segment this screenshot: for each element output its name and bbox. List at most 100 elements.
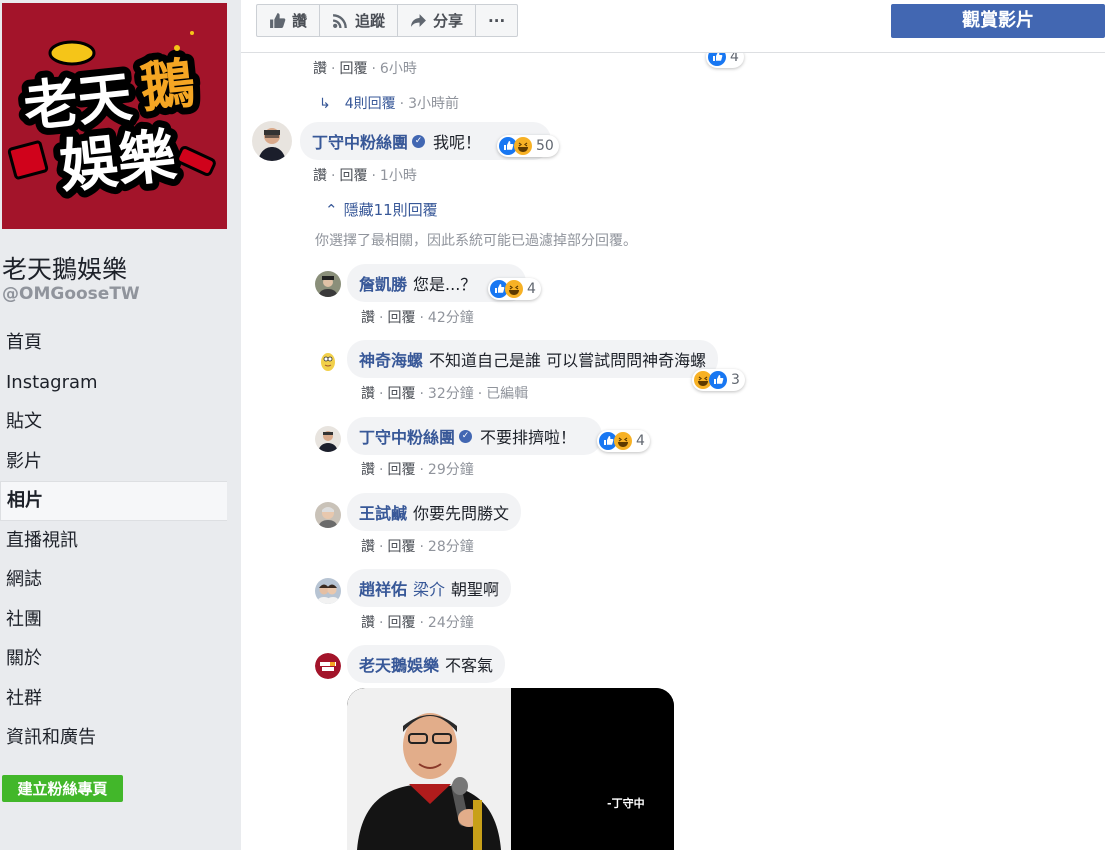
nav-item-groups[interactable]: 社團 bbox=[0, 600, 227, 640]
goose-entertainment-logo: 老天 鵝 娛樂 bbox=[2, 3, 227, 229]
like-link[interactable]: 讚 bbox=[313, 168, 327, 184]
comment-author[interactable]: 神奇海螺 bbox=[359, 347, 423, 371]
comment-bubble: 神奇海螺 不知道自己是誰 可以嘗試問問神奇海螺 bbox=[347, 340, 719, 378]
like-link[interactable]: 讚 bbox=[361, 310, 375, 326]
like-link[interactable]: 讚 bbox=[361, 615, 375, 631]
reply-arrow-icon: ↳ bbox=[319, 96, 331, 112]
reply-link[interactable]: 回覆 bbox=[339, 168, 367, 184]
reaction-summary[interactable]: 4 bbox=[488, 278, 541, 300]
share-button-label: 分享 bbox=[433, 12, 464, 30]
avatar[interactable] bbox=[315, 271, 341, 297]
reaction-summary[interactable]: 3 bbox=[692, 369, 745, 391]
reaction-count: 4 bbox=[636, 433, 645, 449]
reply-link[interactable]: 回覆 bbox=[339, 61, 367, 77]
reaction-summary[interactable]: 4 bbox=[597, 430, 650, 452]
page-name[interactable]: 老天鵝娛樂 bbox=[2, 250, 127, 286]
follow-button-label: 追蹤 bbox=[355, 12, 386, 30]
nav-item-info-ads[interactable]: 資訊和廣告 bbox=[0, 718, 227, 758]
nav-item-posts[interactable]: 貼文 bbox=[0, 402, 227, 442]
main-panel: 讚 追蹤 分享 ··· 觀賞影片 4 讚 · 回覆 · 6小時 ↳ 4則回覆 · 3小時前 bbox=[241, 0, 1105, 850]
reply-link[interactable]: 回覆 bbox=[387, 386, 415, 402]
avatar[interactable] bbox=[252, 121, 292, 161]
view-replies-row[interactable]: ↳ 4則回覆 · 3小時前 bbox=[319, 93, 459, 113]
comment-bubble: 王試鹹 你要先問勝文 bbox=[347, 493, 522, 531]
reply-link[interactable]: 回覆 bbox=[387, 462, 415, 478]
reply-link[interactable]: 回覆 bbox=[387, 539, 415, 555]
timestamp[interactable]: 28分鐘 bbox=[428, 539, 474, 555]
timestamp[interactable]: 6小時 bbox=[380, 61, 417, 77]
timestamp[interactable]: 32分鐘 bbox=[428, 386, 474, 402]
page-logo[interactable]: 老天 鵝 娛樂 bbox=[2, 3, 227, 229]
like-button[interactable]: 讚 bbox=[257, 5, 321, 36]
post-action-bar: 讚 追蹤 分享 ··· 觀賞影片 bbox=[241, 0, 1105, 53]
nav-item-photos[interactable]: 相片 bbox=[0, 481, 227, 521]
like-reaction-icon bbox=[709, 371, 727, 389]
timestamp[interactable]: 1小時 bbox=[380, 168, 417, 184]
comment-actions: 讚 · 回覆 · 24分鐘 bbox=[361, 615, 474, 631]
verified-badge-icon: ✓ bbox=[412, 134, 426, 148]
timestamp[interactable]: 3小時前 bbox=[408, 96, 459, 112]
comment-bubble: 老天鵝娛樂 不客氣 bbox=[347, 645, 506, 683]
haha-reaction-icon bbox=[505, 280, 523, 298]
nav-item-live[interactable]: 直播視訊 bbox=[0, 521, 227, 561]
nav-item-instagram[interactable]: Instagram bbox=[0, 363, 227, 403]
comment-text: 朝聖啊 bbox=[451, 580, 500, 599]
image-caption: -丁守中 bbox=[607, 797, 645, 810]
avatar[interactable] bbox=[315, 578, 341, 604]
comment-actions: 讚 · 回覆 · 42分鐘 bbox=[361, 310, 474, 326]
follow-button[interactable]: 追蹤 bbox=[320, 5, 399, 36]
comment-author[interactable]: 丁守中粉絲團 bbox=[312, 129, 408, 153]
comment-author[interactable]: 老天鵝娛樂 bbox=[359, 652, 439, 676]
avatar[interactable] bbox=[315, 426, 341, 452]
comment-author[interactable]: 王試鹹 bbox=[359, 500, 407, 524]
page-nav: 首頁 Instagram 貼文 影片 相片 直播視訊 網誌 社團 關於 社群 資… bbox=[0, 323, 227, 758]
create-page-button[interactable]: 建立粉絲專頁 bbox=[2, 775, 123, 802]
view-replies-link[interactable]: 4則回覆 bbox=[345, 96, 396, 112]
timestamp[interactable]: 29分鐘 bbox=[428, 462, 474, 478]
reaction-count: 50 bbox=[536, 138, 554, 154]
nav-item-community[interactable]: 社群 bbox=[0, 679, 227, 719]
reaction-summary[interactable]: 50 bbox=[497, 135, 559, 157]
politician-photo bbox=[347, 688, 674, 850]
comment-bubble: 丁守中粉絲團 ✓ 不要排擠啦！ bbox=[347, 417, 603, 455]
reply-link[interactable]: 回覆 bbox=[387, 615, 415, 631]
edited-label[interactable]: 已編輯 bbox=[486, 386, 528, 402]
svg-text:娛樂: 娛樂 bbox=[57, 121, 180, 201]
timestamp[interactable]: 24分鐘 bbox=[428, 615, 474, 631]
rss-icon bbox=[333, 14, 347, 28]
comment-image[interactable] bbox=[347, 688, 674, 850]
comment-author[interactable]: 丁守中粉絲團 bbox=[359, 424, 455, 448]
reply-link[interactable]: 回覆 bbox=[387, 310, 415, 326]
like-link[interactable]: 讚 bbox=[361, 386, 375, 402]
watch-video-button[interactable]: 觀賞影片 bbox=[891, 4, 1105, 38]
comment-author[interactable]: 趙祥佑 bbox=[359, 576, 407, 600]
mention-link[interactable]: 梁介 bbox=[413, 576, 445, 600]
nav-item-notes[interactable]: 網誌 bbox=[0, 560, 227, 600]
comment-text: 您是...？ bbox=[413, 275, 477, 294]
nav-item-about[interactable]: 關於 bbox=[0, 639, 227, 679]
avatar[interactable] bbox=[315, 653, 341, 679]
svg-text:鵝: 鵝 bbox=[137, 51, 197, 119]
more-dots-icon: ··· bbox=[488, 11, 506, 30]
haha-reaction-icon bbox=[614, 432, 632, 450]
comment-actions: 讚 · 回覆 · 29分鐘 bbox=[361, 462, 474, 478]
nav-item-home[interactable]: 首頁 bbox=[0, 323, 227, 363]
filter-notice: 你選擇了最相關，因此系統可能已過濾掉部分回覆。 bbox=[315, 233, 637, 249]
like-button-label: 讚 bbox=[292, 12, 308, 30]
post-action-group: 讚 追蹤 分享 ··· bbox=[256, 4, 519, 37]
nav-item-videos[interactable]: 影片 bbox=[0, 442, 227, 482]
reaction-count: 3 bbox=[731, 372, 740, 388]
share-button[interactable]: 分享 bbox=[398, 5, 477, 36]
hide-replies-label: 隱藏11則回覆 bbox=[343, 201, 438, 219]
comment-author[interactable]: 詹凱勝 bbox=[359, 271, 407, 295]
more-options-button[interactable]: ··· bbox=[476, 5, 517, 36]
avatar[interactable] bbox=[315, 502, 341, 528]
hide-replies-link[interactable]: ⌃ 隱藏11則回覆 bbox=[325, 199, 438, 220]
thumbs-up-icon bbox=[270, 13, 286, 28]
like-link[interactable]: 讚 bbox=[313, 61, 327, 77]
comment-actions: 讚 · 回覆 · 6小時 bbox=[313, 61, 417, 77]
like-link[interactable]: 讚 bbox=[361, 539, 375, 555]
timestamp[interactable]: 42分鐘 bbox=[428, 310, 474, 326]
like-link[interactable]: 讚 bbox=[361, 462, 375, 478]
avatar[interactable] bbox=[315, 348, 341, 374]
